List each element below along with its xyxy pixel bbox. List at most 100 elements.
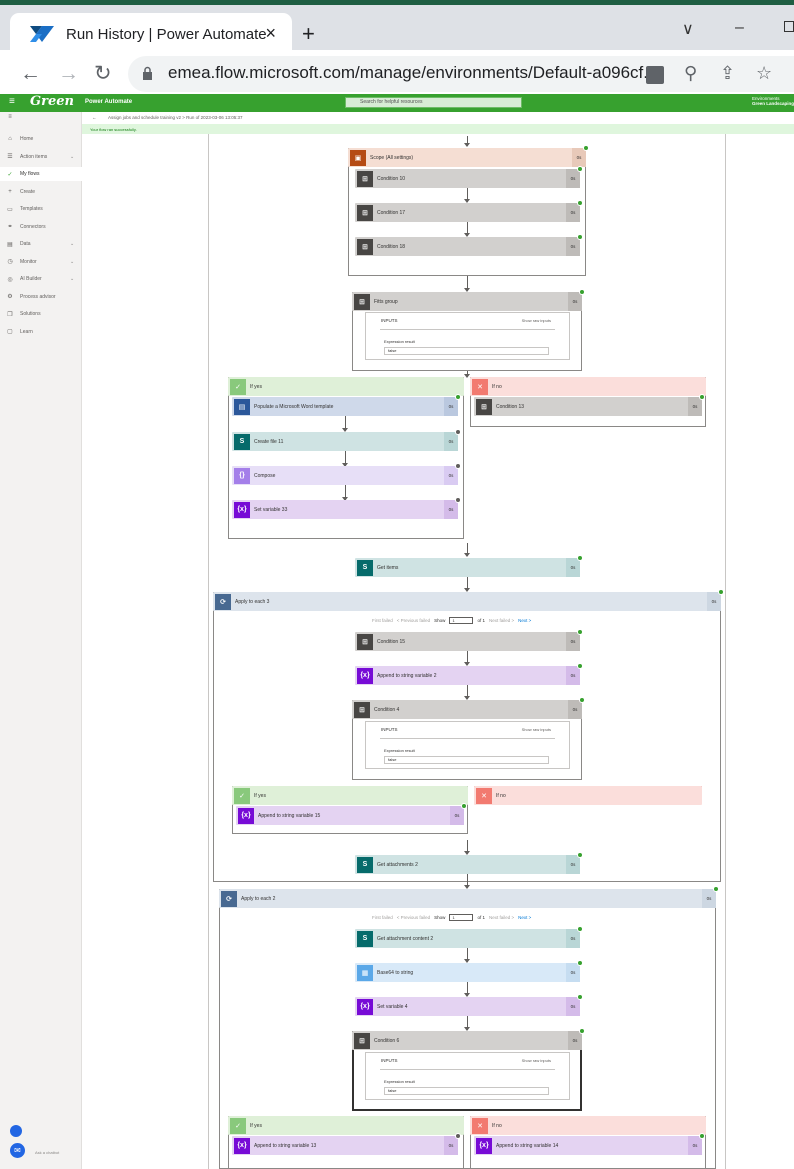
flow-action-card[interactable]: ⊞ Condition 10 0s (355, 166, 583, 188)
nav-item-action-items[interactable]: ☰ Action items ⌄ (0, 150, 82, 164)
nav-item-monitor[interactable]: ◷ Monitor ⌄ (0, 255, 82, 269)
iteration-input[interactable]: 1 (449, 617, 474, 624)
chevron-down-icon[interactable]: ⌄ (70, 154, 82, 160)
flow-action-card[interactable]: {x} Set variable 4 0s (355, 994, 583, 1016)
flow-action-card[interactable]: ✕ If no (474, 786, 702, 805)
search-input[interactable]: Search for helpful resources (345, 97, 522, 108)
action-duration: 0s (688, 397, 702, 416)
address-bar[interactable]: emea.flow.microsoft.com/manage/environme… (128, 56, 794, 92)
flow-action-card[interactable]: {x} Append to string variable 2 0s (355, 663, 583, 685)
flow-action-card[interactable]: ✓ If yes (228, 377, 464, 396)
action-duration: 0s (566, 855, 580, 874)
flow-action-card[interactable]: ⊞ Condition 13 0s (474, 394, 705, 416)
chevron-down-icon[interactable]: ⌄ (70, 259, 82, 265)
next-link[interactable]: Next > (518, 915, 531, 920)
left-nav: ≡ ⌂ Home ☰ Action items ⌄ ✓ My flows + Create ▭ Te… (0, 112, 82, 1169)
nav-item-connectors[interactable]: ⚭ Connectors (0, 220, 82, 234)
flow-action-card[interactable]: {x} Append to string variable 15 0s (236, 803, 467, 825)
flow-action-card[interactable]: ✕ If no (470, 377, 706, 396)
nav-item-label: Create (20, 188, 36, 195)
previous-failed-link[interactable]: < Previous failed (397, 618, 430, 623)
forward-icon[interactable]: → (58, 62, 79, 86)
flow-action-card[interactable]: ⊞ Fitts group 0s (352, 289, 585, 311)
divider (380, 738, 555, 739)
flow-action-card[interactable]: ✓ If yes (228, 1116, 464, 1135)
reload-icon[interactable]: ↻ (94, 62, 112, 86)
bot-icon[interactable] (10, 1125, 22, 1137)
connector-arrow (464, 874, 470, 889)
flow-action-card[interactable]: ⟳ Apply to each 2 0s (219, 886, 719, 908)
back-icon[interactable]: ← (20, 62, 41, 86)
maximize-button[interactable] (784, 21, 794, 32)
first-failed-link[interactable]: First failed (372, 915, 393, 920)
nav-item-create[interactable]: + Create (0, 185, 82, 199)
nav-item-ai-builder[interactable]: ◎ AI Builder ⌄ (0, 272, 82, 286)
iteration-input[interactable]: 1 (449, 914, 474, 921)
bookmark-star-icon[interactable]: ☆ (756, 63, 772, 84)
flow-action-card[interactable]: ⊞ Condition 15 0s (355, 629, 583, 651)
flow-action-card[interactable]: S Get items 0s (355, 555, 583, 577)
action-title: If no (492, 1122, 502, 1129)
action-title: Set variable 4 (377, 1003, 408, 1010)
nav-item-process-advisor[interactable]: ⚙ Process advisor (0, 290, 82, 304)
flow-action-card[interactable]: {x} Append to string variable 14 0s (474, 1133, 705, 1155)
nav-item-templates[interactable]: ▭ Templates (0, 202, 82, 216)
nav-collapse[interactable]: ≡ (0, 112, 82, 122)
chevron-down-icon[interactable]: ⌄ (70, 276, 82, 282)
flow-action-card[interactable]: {x} Set variable 33 0s (232, 497, 461, 519)
flow-action-card[interactable]: ⊞ Condition 4 0s (352, 697, 585, 719)
browser-tab[interactable]: Run History | Power Automate × (10, 13, 292, 55)
flow-action-card[interactable]: S Get attachment content 2 0s (355, 926, 583, 948)
nav-item-home[interactable]: ⌂ Home (0, 132, 82, 146)
action-title: If yes (250, 383, 262, 390)
expression-label: Expression result (384, 339, 415, 344)
show-raw-inputs-link[interactable]: Show raw inputs (522, 727, 551, 732)
inputs-label: INPUTS (381, 1058, 398, 1063)
nav-item-my-flows[interactable]: ✓ My flows (0, 167, 82, 181)
chat-bot-button[interactable]: ✉ (10, 1143, 25, 1158)
check-icon: ✓ (234, 787, 250, 804)
environment-picker[interactable]: Environments Green Landscaping (752, 96, 794, 106)
show-raw-inputs-link[interactable]: Show raw inputs (522, 318, 551, 323)
tab-search-icon[interactable]: ∨ (682, 19, 694, 39)
success-check-icon (699, 1133, 705, 1139)
chevron-down-icon[interactable]: ⌄ (70, 241, 82, 247)
solutions-icon: ❐ (7, 311, 13, 318)
flow-action-card[interactable]: ⊞ Condition 18 0s (355, 234, 583, 256)
next-link[interactable]: Next > (518, 618, 531, 623)
brand-logo: Green (30, 94, 74, 109)
flow-action-card[interactable]: ▣ Scope (All settings) 0s (348, 145, 589, 167)
back-arrow-icon[interactable]: ← (92, 115, 97, 120)
translate-icon[interactable] (646, 66, 664, 84)
success-check-icon (577, 555, 583, 561)
flow-action-card[interactable]: S Create file 11 0s (232, 429, 461, 451)
flow-action-card[interactable]: ⟳ Apply to each 3 0s (213, 589, 724, 611)
close-icon: ✕ (476, 787, 492, 804)
flow-action-card[interactable]: {x} Append to string variable 13 0s (232, 1133, 461, 1155)
first-failed-link[interactable]: First failed (372, 618, 393, 623)
flow-action-card[interactable]: {} Compose 0s (232, 463, 461, 485)
flow-action-card[interactable]: ⊞ Condition 17 0s (355, 200, 583, 222)
waffle-icon[interactable]: ≡ (9, 96, 15, 107)
tab-close-icon[interactable]: × (265, 23, 276, 44)
share-icon[interactable]: ⇪ (720, 63, 735, 84)
next-failed-link[interactable]: Next failed > (489, 915, 514, 920)
flow-action-card[interactable]: ✓ If yes (232, 786, 468, 805)
flow-action-card[interactable]: ▤ Populate a Microsoft Word template 0s (232, 394, 461, 416)
nav-item-learn[interactable]: ▢ Learn (0, 325, 82, 339)
loop-icon: ⟳ (215, 593, 231, 610)
nav-item-solutions[interactable]: ❐ Solutions (0, 307, 82, 321)
flow-action-card[interactable]: S Get attachments 2 0s (355, 852, 583, 874)
flow-action-card[interactable]: ⊞ Condition 6 0s (352, 1028, 585, 1050)
nav-item-label: Monitor (20, 258, 37, 265)
minimize-button[interactable]: – (735, 19, 744, 37)
previous-failed-link[interactable]: < Previous failed (397, 915, 430, 920)
next-failed-link[interactable]: Next failed > (489, 618, 514, 623)
flow-action-card[interactable]: ✕ If no (470, 1116, 706, 1135)
flow-action-card[interactable]: ▦ Base64 to string 0s (355, 960, 583, 982)
new-tab-button[interactable]: + (302, 23, 315, 45)
show-raw-inputs-link[interactable]: Show raw inputs (522, 1058, 551, 1063)
nav-item-data[interactable]: ▤ Data ⌄ (0, 237, 82, 251)
breadcrumb-path[interactable]: Assign jobs and schedule training v2 > R… (108, 115, 242, 120)
zoom-icon[interactable]: ⚲ (684, 63, 697, 84)
